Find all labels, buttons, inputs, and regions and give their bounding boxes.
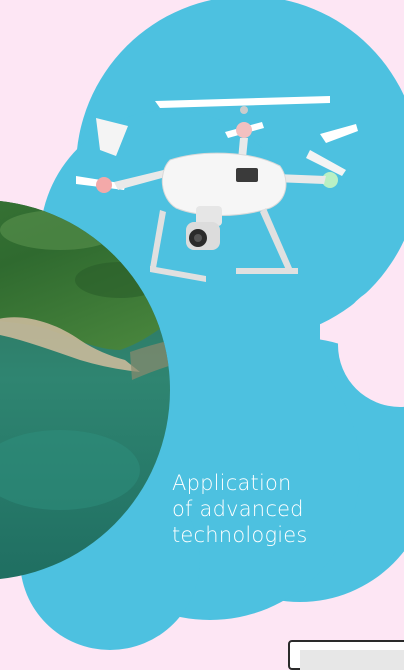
caption-line-3: technologies [172, 523, 308, 547]
corner-card [288, 640, 404, 670]
artwork [0, 0, 404, 650]
caption: Application of advanced technologies [172, 470, 308, 548]
corner-card-image [300, 650, 404, 670]
caption-line-1: Application [172, 471, 292, 495]
caption-line-2: of advanced [172, 497, 304, 521]
